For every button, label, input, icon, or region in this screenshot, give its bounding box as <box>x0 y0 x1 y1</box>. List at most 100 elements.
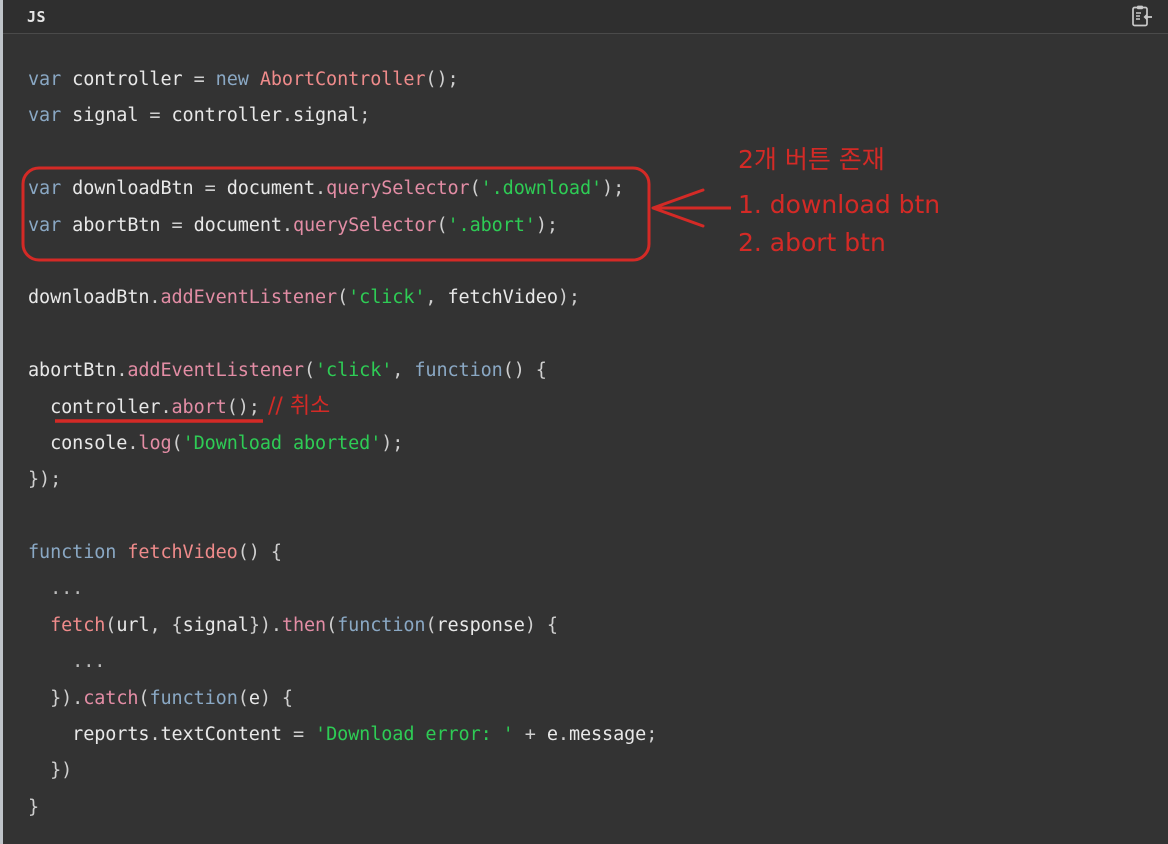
code-token: downloadBtn <box>28 287 150 309</box>
callout-item-1: 1. download btn <box>738 190 941 219</box>
code-line: controller.abort(); <box>3 390 1168 426</box>
code-token: fetch <box>50 614 106 636</box>
code-token: abortBtn <box>28 360 117 382</box>
code-token: = <box>281 724 316 746</box>
callout-heading: 2개 버튼 존재 <box>738 145 885 174</box>
code-token: . <box>149 724 161 746</box>
code-token: reports <box>72 724 150 746</box>
code-token: function <box>414 360 503 382</box>
code-token: document <box>226 178 316 200</box>
code-token: 'click' <box>315 360 393 382</box>
code-token: , { <box>149 614 183 636</box>
code-line: ... <box>3 571 1168 607</box>
code-token: . <box>116 360 128 382</box>
code-token: ... <box>72 651 106 673</box>
code-token: ; <box>646 724 658 746</box>
code-token: ( <box>425 614 437 636</box>
code-token: ( <box>326 614 338 636</box>
code-token: ( <box>469 178 481 200</box>
code-line: reports.textContent = 'Download error: '… <box>3 717 1168 753</box>
code-token: }); <box>28 469 62 491</box>
code-token: signal <box>292 105 360 127</box>
code-token: AbortController <box>259 69 426 90</box>
code-line: var abortBtn = document.querySelector('.… <box>3 208 1168 244</box>
code-token: . <box>281 214 293 236</box>
code-token: . <box>557 724 569 746</box>
code-token: var <box>28 105 73 127</box>
code-token: }). <box>50 687 84 709</box>
code-token: log <box>138 432 172 454</box>
code-token: + <box>513 724 547 746</box>
code-token: . <box>281 105 293 127</box>
code-token: e <box>248 687 260 709</box>
code-line: downloadBtn.addEventListener('click', fe… <box>3 280 1168 316</box>
code-token: message <box>568 724 647 746</box>
code-line: }) <box>3 753 1168 789</box>
code-snippet-panel: JS var controller = new AbortController (… <box>0 0 1168 844</box>
code-token: catch <box>83 687 139 709</box>
code-token: . <box>315 178 327 200</box>
code-token: = <box>193 178 227 200</box>
clipboard-paste-icon[interactable] <box>1128 4 1154 30</box>
code-token: }). <box>248 614 282 636</box>
code-block: var controller = new AbortController(); v… <box>3 34 1168 844</box>
code-token: addEventListener <box>160 287 338 309</box>
code-token: response <box>436 614 525 636</box>
code-token: = <box>182 69 216 90</box>
code-token: ); <box>535 214 558 236</box>
code-token: e <box>546 724 558 746</box>
code-token: , <box>425 287 448 309</box>
code-token: } <box>28 796 40 818</box>
code-token: ... <box>50 578 84 600</box>
code-token: = <box>138 105 172 127</box>
code-line: var signal = controller.signal; <box>3 98 1168 134</box>
code-token: () { <box>502 360 547 382</box>
code-token: , <box>392 360 415 382</box>
code-token: var <box>28 214 73 236</box>
code-token: ( <box>337 287 349 309</box>
code-token: ( <box>237 687 249 709</box>
code-token: . <box>127 432 139 454</box>
language-label: JS <box>27 8 47 26</box>
code-token: abortBtn <box>72 214 161 236</box>
code-line: } <box>3 790 1168 826</box>
code-token: ) { <box>524 614 558 636</box>
code-token: ( <box>436 214 448 236</box>
code-token: (); <box>226 396 260 418</box>
code-token: abort <box>171 396 227 418</box>
code-token: console <box>50 432 128 454</box>
code-token: 'Download error: ' <box>315 724 514 746</box>
code-line: }).catch(function(e) { <box>3 681 1168 717</box>
code-line: fetch(url, {signal}).then(function(respo… <box>3 608 1168 644</box>
code-line: abortBtn.addEventListener('click', funct… <box>3 353 1168 389</box>
code-token: ( <box>303 360 316 382</box>
code-token: controller <box>72 69 183 90</box>
code-line: }); <box>3 462 1168 498</box>
callout-item-2: 2. abort btn <box>738 228 886 257</box>
code-token: = <box>160 214 194 236</box>
code-token: 'click' <box>348 287 426 309</box>
code-token: . <box>149 287 161 309</box>
code-token: function <box>28 542 128 564</box>
code-token: addEventListener <box>127 360 304 382</box>
code-token: ); <box>381 432 404 454</box>
code-line: ... <box>3 644 1168 680</box>
code-token: '.abort' <box>447 214 536 236</box>
code-token: new <box>215 69 260 90</box>
code-token: then <box>281 614 327 636</box>
code-token: ); <box>557 287 580 309</box>
inline-comment-cancel: // 취소 <box>268 394 331 419</box>
code-token: url <box>116 614 150 636</box>
code-line: var downloadBtn = document.querySelector… <box>3 171 1168 207</box>
code-token: var <box>28 69 73 90</box>
code-token: ; <box>359 105 371 127</box>
code-token: downloadBtn <box>72 178 194 200</box>
